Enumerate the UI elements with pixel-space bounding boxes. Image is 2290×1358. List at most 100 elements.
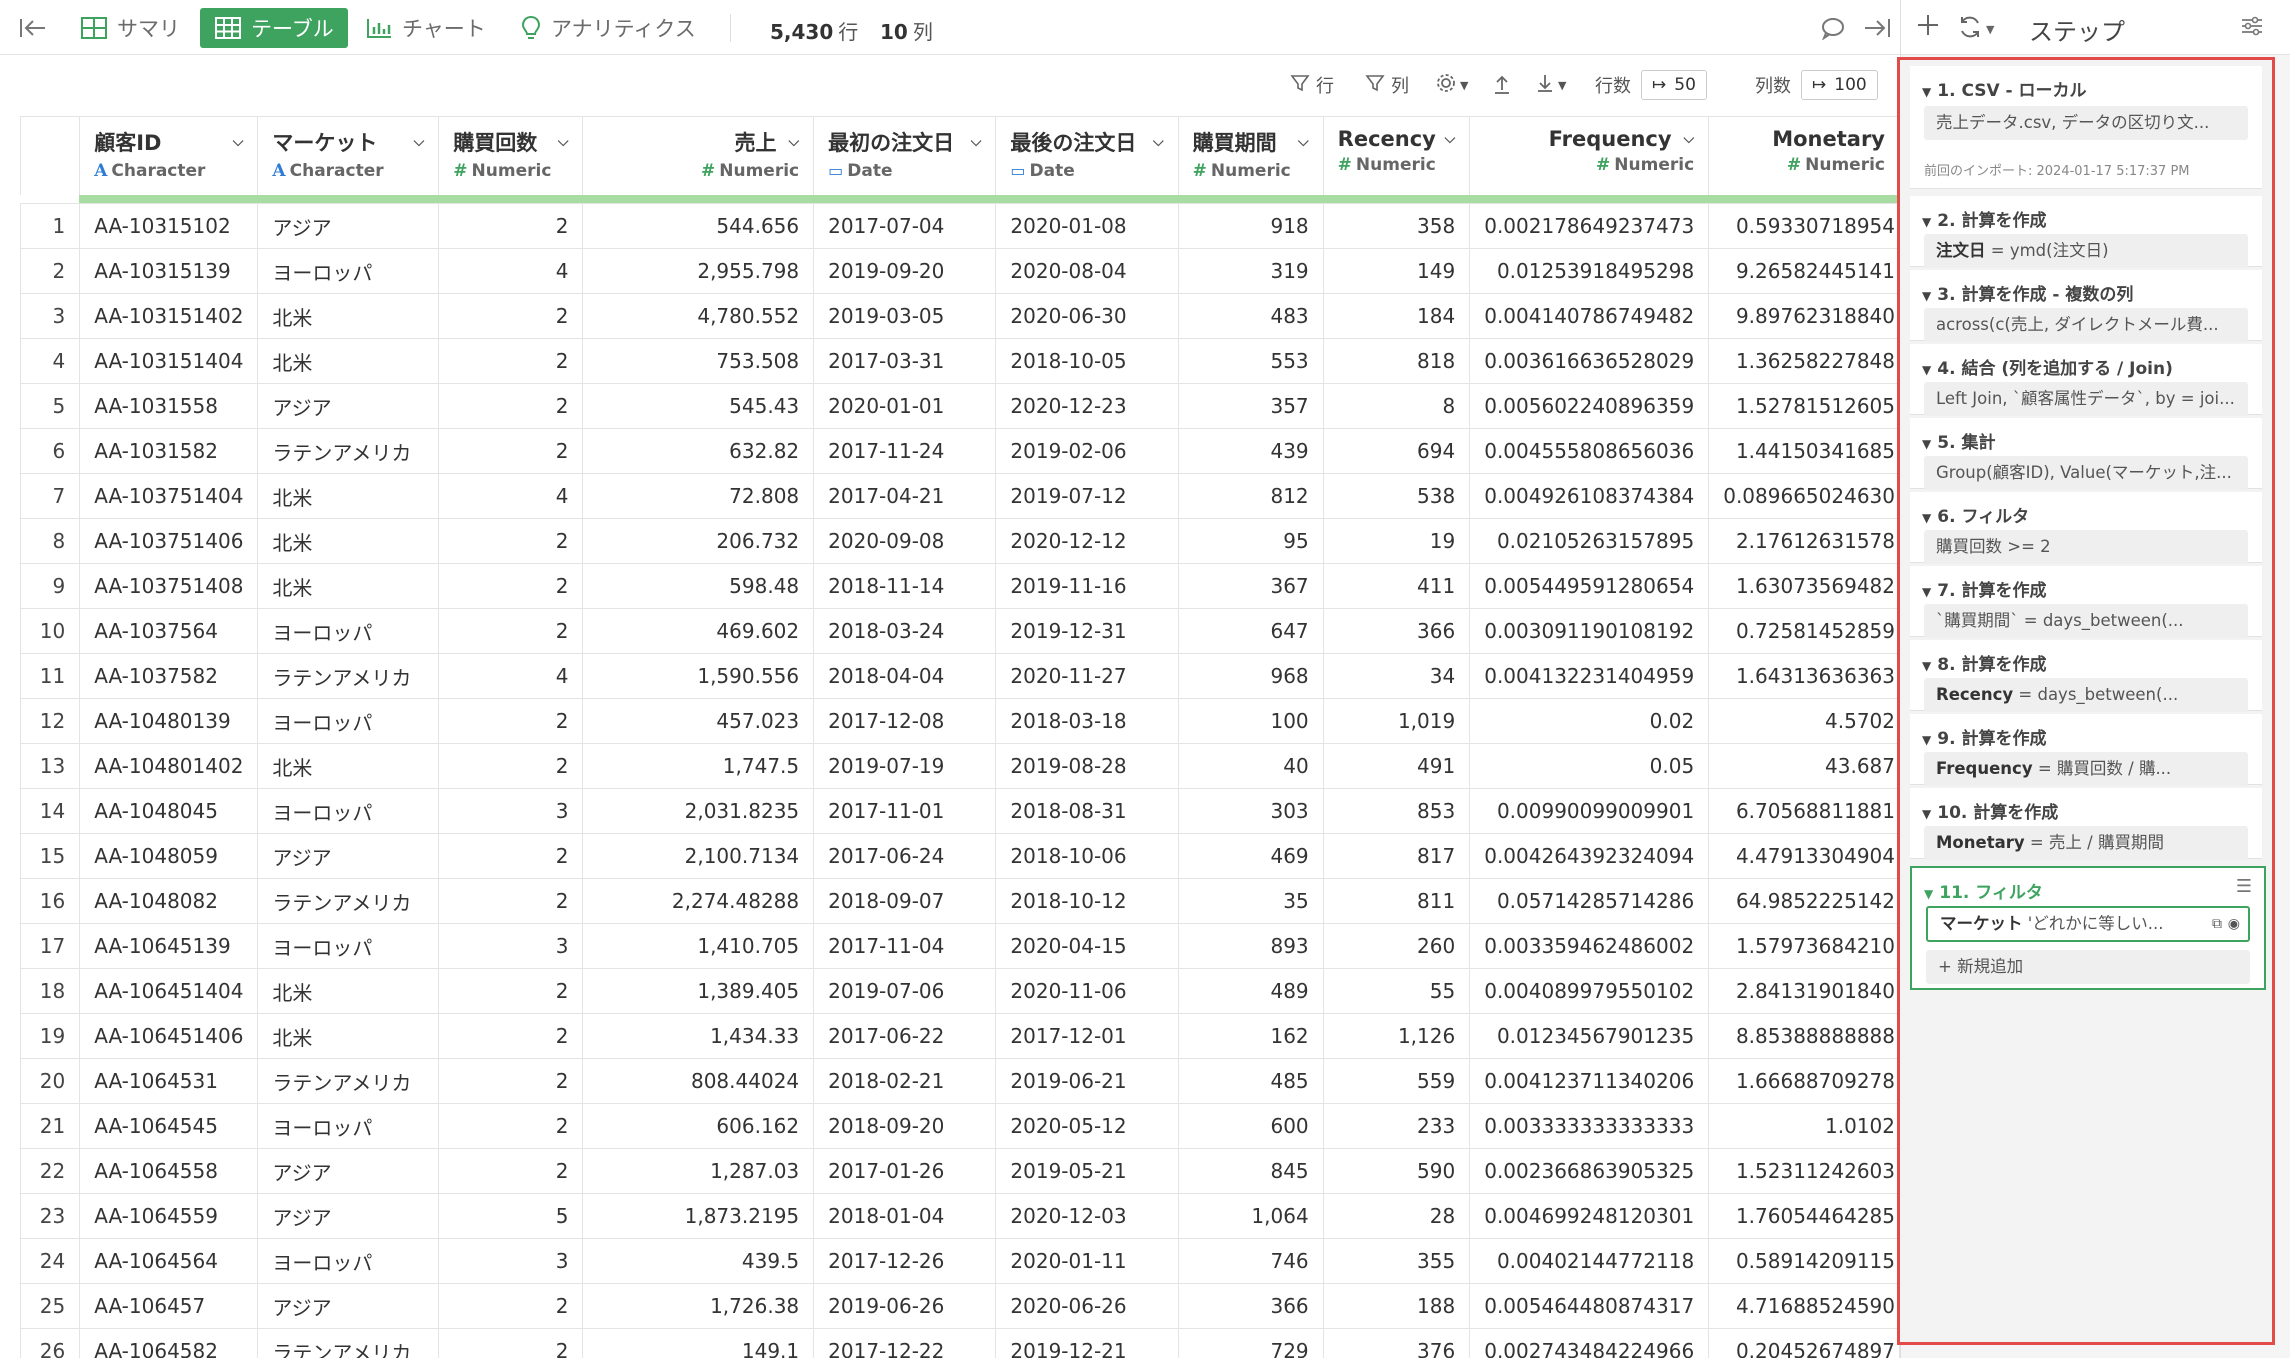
table-cell[interactable]: 590 (1322, 1148, 1471, 1194)
table-cell[interactable]: AA-1048059 (79, 833, 259, 879)
refresh-dropdown[interactable]: ▼ (1957, 14, 1994, 44)
table-cell[interactable]: 0.005464480874317 (1469, 1283, 1710, 1329)
table-cell[interactable]: 2 (438, 833, 584, 879)
cols-limit-input[interactable]: ↦ 100 (1801, 70, 1878, 100)
table-cell[interactable]: 2 (438, 1328, 584, 1358)
table-cell[interactable]: 544.656 (582, 203, 815, 249)
column-header-frequency[interactable]: Frequency ⌵ # Numeric (1469, 116, 1710, 195)
table-cell[interactable]: 0.002366863905325 (1469, 1148, 1710, 1194)
table-cell[interactable]: 483 (1177, 293, 1324, 339)
table-cell[interactable]: 366 (1322, 608, 1471, 654)
column-header-sales[interactable]: 売上 ⌵ # Numeric (582, 116, 815, 195)
table-cell[interactable]: 0.003333333333333 (1469, 1103, 1710, 1149)
step-summary[interactable]: 売上データ.csv, データの区切り文... (1924, 106, 2248, 140)
table-cell[interactable]: ラテンアメリカ (257, 1328, 440, 1358)
table-cell[interactable]: 0.00402144772118 (1469, 1238, 1710, 1284)
table-cell[interactable]: 1,064 (1177, 1193, 1324, 1239)
table-cell[interactable]: 746 (1177, 1238, 1324, 1284)
table-cell[interactable]: AA-1064564 (79, 1238, 259, 1284)
table-cell[interactable]: 968 (1177, 653, 1324, 699)
table-cell[interactable]: 9.26582445141 (1708, 248, 1900, 294)
table-cell[interactable]: 2 (438, 698, 584, 744)
table-cell[interactable]: 2018-02-21 (813, 1058, 997, 1104)
step-calc-7[interactable]: ▼ 7. 計算を作成 `購買期間` = days_between(... (1910, 566, 2262, 638)
sliders-icon[interactable] (2239, 14, 2265, 42)
step-calc-9[interactable]: ▼ 9. 計算を作成 Frequency = 購買回数 / 購... (1910, 714, 2262, 786)
column-header-first-order-date[interactable]: 最初の注文日 ⌵ ▭ Date (813, 116, 997, 195)
table-cell[interactable]: 2020-06-30 (995, 293, 1179, 339)
table-cell[interactable]: 0.05714285714286 (1469, 878, 1710, 924)
table-cell[interactable]: 357 (1177, 383, 1324, 429)
table-cell[interactable]: 北米 (257, 518, 440, 564)
table-cell[interactable]: 2019-12-21 (995, 1328, 1179, 1358)
table-cell[interactable]: 2 (438, 293, 584, 339)
chevron-down-icon[interactable]: ⌵ (1298, 134, 1309, 150)
table-cell[interactable]: 2020-09-08 (813, 518, 997, 564)
table-cell[interactable]: 2 (438, 383, 584, 429)
chevron-down-icon[interactable]: ⌵ (1445, 131, 1456, 147)
table-cell[interactable]: 812 (1177, 473, 1324, 519)
table-cell[interactable]: 2020-04-15 (995, 923, 1179, 969)
table-cell[interactable]: 100 (1177, 698, 1324, 744)
collapse-left-icon[interactable] (18, 8, 48, 48)
table-cell[interactable]: 4 (438, 473, 584, 519)
table-cell[interactable]: 2,274.48288 (582, 878, 815, 924)
table-cell[interactable]: 北米 (257, 293, 440, 339)
table-cell[interactable]: 2018-04-04 (813, 653, 997, 699)
table-cell[interactable]: 1,410.705 (582, 923, 815, 969)
export-icon[interactable] (1492, 68, 1512, 102)
table-cell[interactable]: AA-106451404 (79, 968, 259, 1014)
table-cell[interactable]: 2018-11-14 (813, 563, 997, 609)
table-cell[interactable]: 2 (438, 203, 584, 249)
table-cell[interactable]: 149 (1322, 248, 1471, 294)
table-cell[interactable]: 0.004132231404959 (1469, 653, 1710, 699)
table-cell[interactable]: 918 (1177, 203, 1324, 249)
table-cell[interactable]: 95 (1177, 518, 1324, 564)
table-cell[interactable]: 2019-08-28 (995, 743, 1179, 789)
step-calc-2[interactable]: ▼ 2. 計算を作成 注文日 = ymd(注文日) (1910, 196, 2262, 268)
table-cell[interactable]: 2019-09-20 (813, 248, 997, 294)
step-calc-10[interactable]: ▼ 10. 計算を作成 Monetary = 売上 / 購買期間 (1910, 788, 2262, 860)
table-cell[interactable]: 2020-06-26 (995, 1283, 1179, 1329)
table-cell[interactable]: アジア (257, 383, 440, 429)
table-cell[interactable]: 2020-05-12 (995, 1103, 1179, 1149)
chevron-down-icon[interactable]: ⌵ (233, 134, 244, 150)
table-cell[interactable]: 485 (1177, 1058, 1324, 1104)
table-cell[interactable]: AA-1048045 (79, 788, 259, 834)
table-cell[interactable]: 4 (438, 248, 584, 294)
step-csv-import[interactable]: ▼ 1. CSV - ローカル 売上データ.csv, データの区切り文... 前回… (1910, 66, 2262, 189)
table-cell[interactable]: 0.01234567901235 (1469, 1013, 1710, 1059)
table-cell[interactable]: 1.52311242603 (1708, 1148, 1900, 1194)
table-cell[interactable]: 北米 (257, 473, 440, 519)
step-summary[interactable]: Frequency = 購買回数 / 購... (1924, 752, 2248, 786)
table-cell[interactable]: 1.52781512605 (1708, 383, 1900, 429)
table-cell[interactable]: 2019-11-16 (995, 563, 1179, 609)
table-cell[interactable]: 811 (1322, 878, 1471, 924)
table-cell[interactable]: 188 (1322, 1283, 1471, 1329)
table-cell[interactable]: 19 (1322, 518, 1471, 564)
table-cell[interactable]: 0.02 (1469, 698, 1710, 744)
table-cell[interactable]: 2.84131901840 (1708, 968, 1900, 1014)
table-cell[interactable]: 34 (1322, 653, 1471, 699)
table-cell[interactable]: 2019-03-05 (813, 293, 997, 339)
table-cell[interactable]: AA-104801402 (79, 743, 259, 789)
table-cell[interactable]: 0.004264392324094 (1469, 833, 1710, 879)
table-cell[interactable]: 1.66688709278 (1708, 1058, 1900, 1104)
table-cell[interactable]: 北米 (257, 338, 440, 384)
table-cell[interactable]: 2019-07-19 (813, 743, 997, 789)
chevron-down-icon[interactable]: ⌵ (971, 134, 982, 150)
table-cell[interactable]: 0.005602240896359 (1469, 383, 1710, 429)
table-cell[interactable]: 233 (1322, 1103, 1471, 1149)
table-cell[interactable]: 72.808 (582, 473, 815, 519)
table-cell[interactable]: 0.20452674897 (1708, 1328, 1900, 1358)
table-cell[interactable]: 40 (1177, 743, 1324, 789)
table-cell[interactable]: 538 (1322, 473, 1471, 519)
table-cell[interactable]: 9.89762318840 (1708, 293, 1900, 339)
table-cell[interactable]: 0.003091190108192 (1469, 608, 1710, 654)
collapse-right-icon[interactable] (1862, 8, 1892, 48)
table-cell[interactable]: 808.44024 (582, 1058, 815, 1104)
table-cell[interactable]: ヨーロッパ (257, 1238, 440, 1284)
tab-analytics[interactable]: アナリティクス (520, 8, 696, 48)
table-cell[interactable]: 0.01253918495298 (1469, 248, 1710, 294)
table-cell[interactable]: 2017-12-08 (813, 698, 997, 744)
